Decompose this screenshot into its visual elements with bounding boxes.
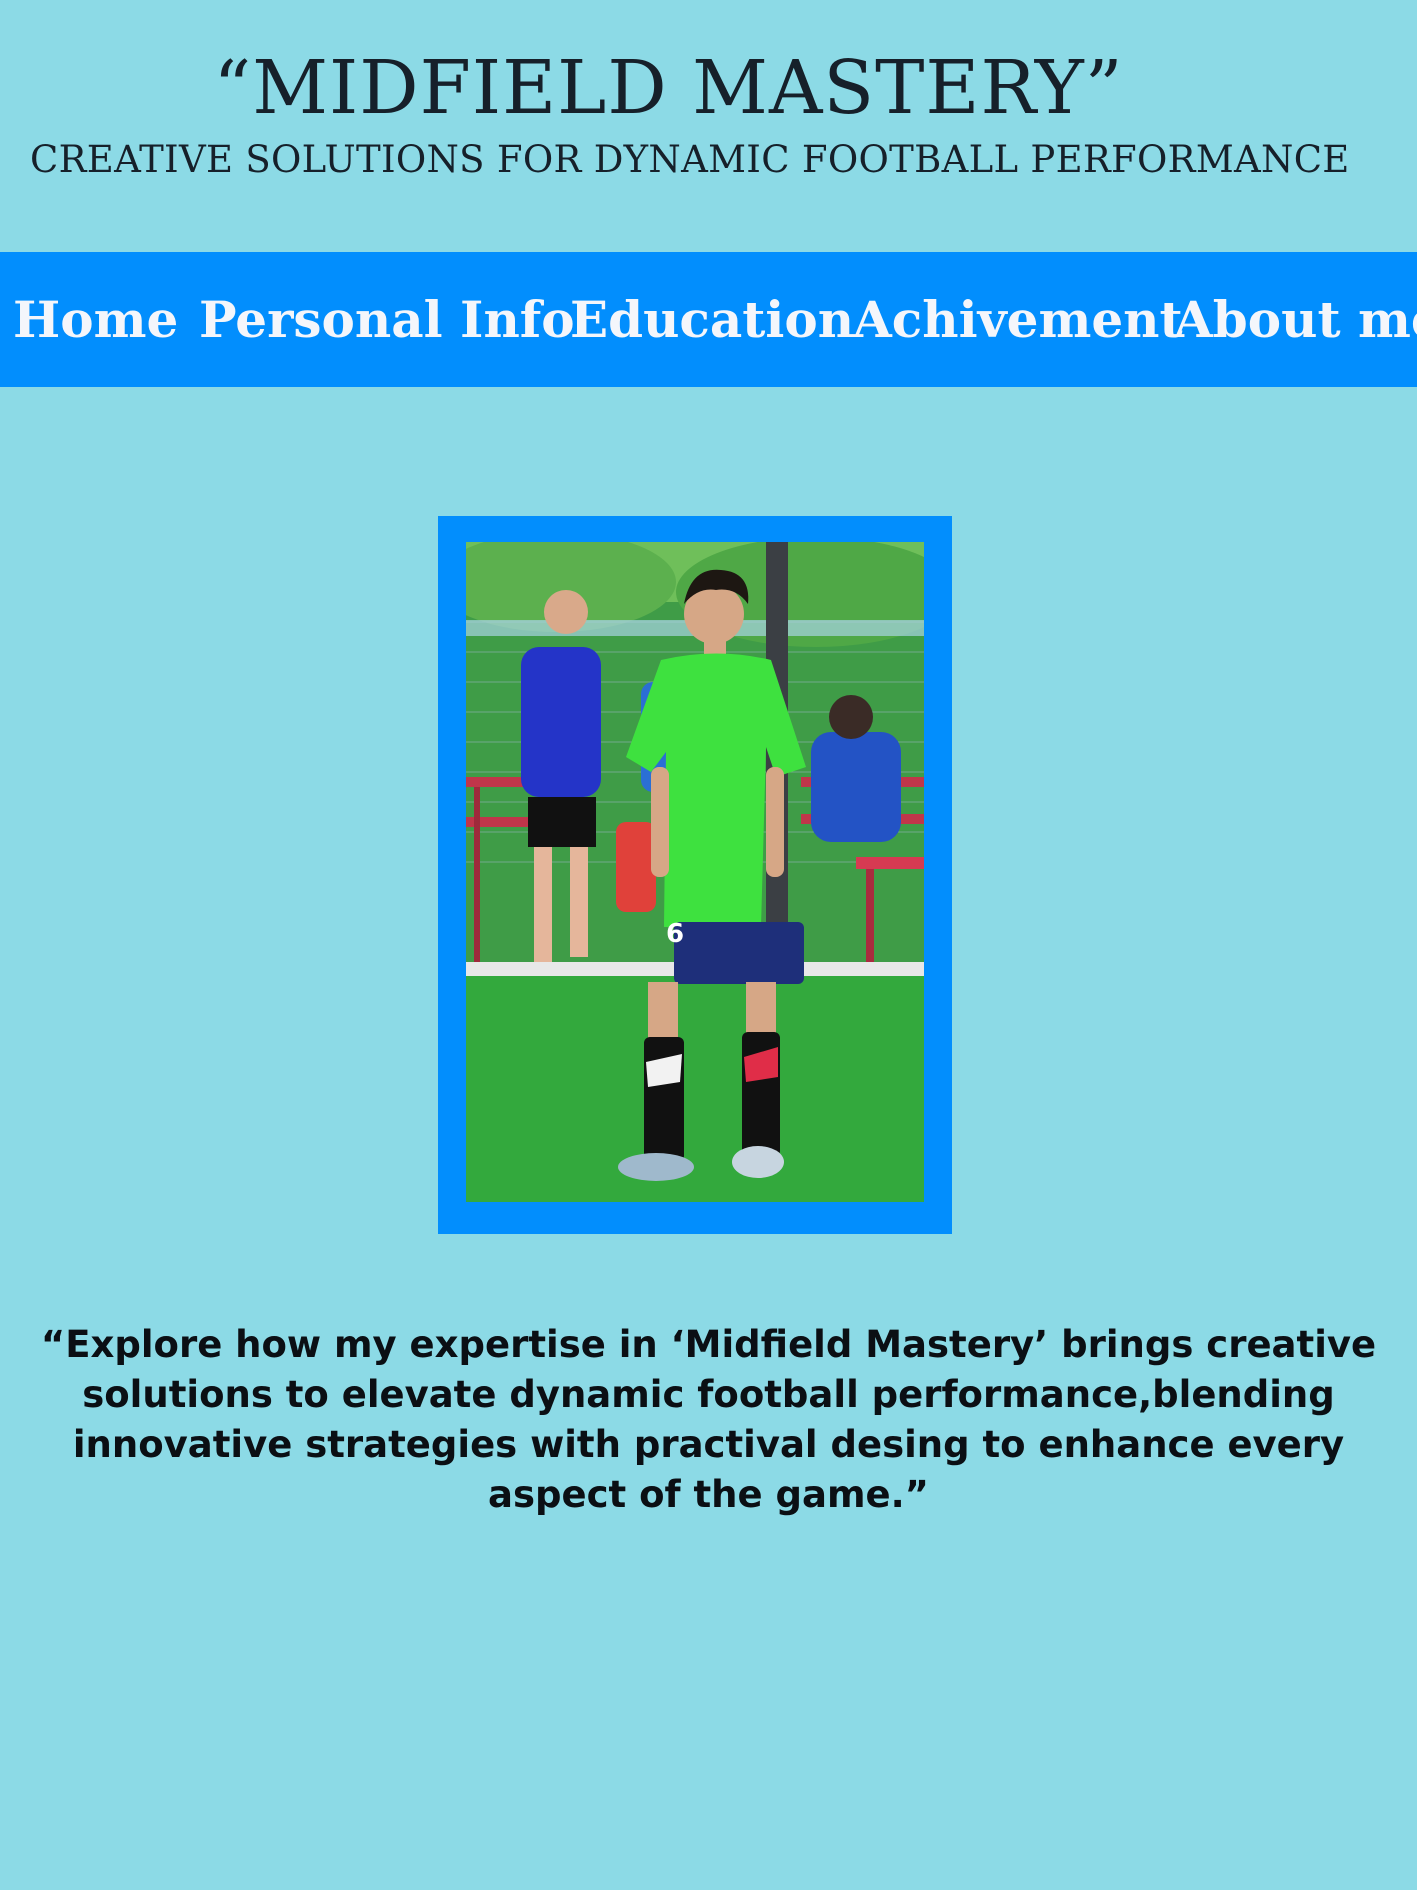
main-navigation: Home Personal Info Education Achivement … <box>0 252 1417 387</box>
site-title: “MIDFIELD MASTERY” <box>213 45 1124 131</box>
mission-quote: “Explore how my expertise in ‘Midfield M… <box>40 1323 1377 1516</box>
site-header: “MIDFIELD MASTERY” CREATIVE SOLUTIONS FO… <box>0 0 1417 252</box>
football-player-photo: 6 <box>466 542 924 1202</box>
nav-item-home[interactable]: Home <box>13 252 178 387</box>
photo-frame: 6 <box>438 516 952 1234</box>
nav-item-personal-info[interactable]: Personal Info <box>199 252 575 387</box>
nav-item-about-me[interactable]: About me <box>1174 252 1417 387</box>
jersey-number: 6 <box>666 919 684 949</box>
site-subtitle: CREATIVE SOLUTIONS FOR DYNAMIC FOOTBALL … <box>30 138 1350 181</box>
nav-item-achivement[interactable]: Achivement <box>853 252 1183 387</box>
player-illustration: 6 <box>466 542 924 1202</box>
nav-item-education[interactable]: Education <box>570 252 854 387</box>
